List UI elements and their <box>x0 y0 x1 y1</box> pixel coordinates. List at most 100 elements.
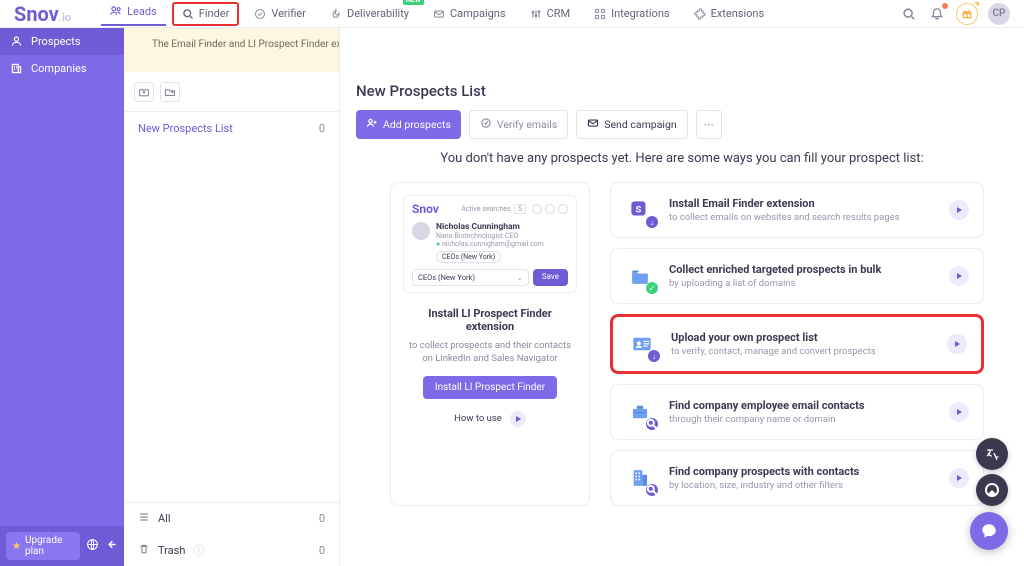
nav-leads[interactable]: Leads <box>101 2 166 26</box>
search-badge-icon <box>646 484 658 496</box>
row-count: 0 <box>319 544 325 557</box>
sliders-icon <box>530 8 542 20</box>
howto-label: How to use <box>454 413 502 424</box>
grid-icon <box>594 8 606 20</box>
notif-dot <box>942 3 948 9</box>
empty-state-message: You don't have any prospects yet. Here a… <box>340 151 1024 166</box>
row-label: All <box>158 512 171 525</box>
avatar[interactable]: CP <box>988 3 1010 25</box>
trash-row[interactable]: Trash ⓘ 0 <box>124 534 339 566</box>
envelope-icon <box>433 8 445 20</box>
add-prospects-button[interactable]: Add prospects <box>356 110 461 139</box>
globe-icon[interactable] <box>86 538 99 554</box>
user-icon <box>10 35 23 48</box>
play-icon <box>949 200 969 220</box>
nav-finder[interactable]: Finder <box>172 2 240 26</box>
list-icon <box>138 511 150 526</box>
card-sub: to collect emails on websites and search… <box>669 212 935 223</box>
search-icon-btn[interactable] <box>900 5 918 23</box>
trash-icon <box>138 543 150 558</box>
sidebar-item-prospects[interactable]: Prospects <box>0 28 124 55</box>
list-name: New Prospects List <box>138 122 233 135</box>
sidebar-label: Companies <box>31 62 87 75</box>
btn-label: Send campaign <box>604 118 676 131</box>
card-sub: to verify, contact, manage and convert p… <box>671 346 933 357</box>
how-to-use-link[interactable]: How to use <box>403 411 577 427</box>
sidebar-footer: ★Upgrade plan <box>0 526 124 566</box>
mock-avatar <box>412 222 430 240</box>
letter-s-icon: S ↓ <box>625 195 655 225</box>
info-icon: ⓘ <box>193 542 204 558</box>
mock-active-label: Active searches 5 <box>461 205 526 213</box>
mock-chip: CEOs (New York) <box>436 251 501 263</box>
send-campaign-button[interactable]: Send campaign <box>576 110 687 139</box>
row-count: 0 <box>319 512 325 525</box>
briefcase-icon <box>625 397 655 427</box>
card-sub: by location, size, industry and other fi… <box>669 480 935 491</box>
check-icon <box>480 117 492 132</box>
btn-label: Upgrade plan <box>25 535 74 557</box>
more-actions-button[interactable]: ⋯ <box>696 110 722 139</box>
new-folder-button[interactable] <box>134 82 154 102</box>
top-right-icons: CP <box>900 3 1010 25</box>
card-find-employee-contacts[interactable]: Find company employee email contacts thr… <box>610 384 984 440</box>
main-area: New Prospects List Add prospects Verify … <box>340 28 1024 566</box>
language-float-button[interactable] <box>976 438 1008 470</box>
card-title: Find company prospects with contacts <box>669 465 935 478</box>
left-sidebar: Prospects Companies ★Upgrade plan <box>0 28 124 566</box>
card-sub: by uploading a list of domains <box>669 278 935 289</box>
nav-campaigns[interactable]: Campaigns <box>424 2 515 26</box>
mock-logo: Snov <box>412 202 439 216</box>
logo[interactable]: Snov.io <box>14 2 71 26</box>
check-badge-icon: ✓ <box>646 282 658 294</box>
card-collect-bulk[interactable]: ✓ Collect enriched targeted prospects in… <box>610 248 984 304</box>
dots-icon: ⋯ <box>703 118 714 131</box>
card-upload-list[interactable]: ↓ Upload your own prospect list to verif… <box>610 314 984 374</box>
nav-label: Campaigns <box>450 7 506 20</box>
mock-extension-preview: Snov Active searches 5 Nicholas Cunningh… <box>403 195 577 293</box>
play-icon <box>949 402 969 422</box>
mock-email: ● nicholas.cunnigham@gmail.com <box>436 240 544 248</box>
verify-emails-button[interactable]: Verify emails <box>469 110 568 139</box>
nav-crm[interactable]: CRM <box>521 2 580 26</box>
check-circle-icon <box>254 8 266 20</box>
nav-label: Verifier <box>271 7 306 20</box>
avatar-initials: CP <box>993 8 1006 19</box>
play-icon <box>949 468 969 488</box>
gift-icon[interactable] <box>956 3 978 25</box>
btn-label: Verify emails <box>497 118 557 131</box>
row-label: Trash <box>158 544 185 557</box>
sidebar-item-companies[interactable]: Companies <box>0 55 124 82</box>
id-card-icon: ↓ <box>627 329 657 359</box>
nav-extensions[interactable]: Extensions <box>685 2 774 26</box>
list-count: 0 <box>319 122 325 135</box>
nav-label: Leads <box>127 5 157 18</box>
card-title: Find company employee email contacts <box>669 399 935 412</box>
new-list-button[interactable] <box>160 82 180 102</box>
lists-column-head <box>124 72 339 112</box>
user-plus-icon <box>366 117 378 132</box>
chevron-left-icon[interactable] <box>105 538 118 554</box>
upgrade-plan-button[interactable]: ★Upgrade plan <box>6 532 80 560</box>
left-card-desc: to collect prospects and their contacts … <box>403 339 577 366</box>
card-find-company-prospects[interactable]: Find company prospects with contacts by … <box>610 450 984 506</box>
list-row[interactable]: New Prospects List 0 <box>124 112 339 145</box>
install-li-finder-cta[interactable]: Install LI Prospect Finder <box>423 376 557 399</box>
card-sub: through their company name or domain <box>669 414 935 425</box>
play-icon <box>947 334 967 354</box>
all-lists-row[interactable]: All 0 <box>124 503 339 534</box>
search-icon <box>182 8 194 20</box>
card-install-email-finder[interactable]: S ↓ Install Email Finder extension to co… <box>610 182 984 238</box>
mock-save: Save <box>533 269 568 286</box>
nav-deliverability[interactable]: Deliverability NEW <box>321 2 418 26</box>
chat-float-button[interactable] <box>970 512 1008 550</box>
mock-role: Nano Biotechnologist CEO <box>436 232 544 240</box>
bell-icon[interactable] <box>928 5 946 23</box>
nav-label: Deliverability <box>347 7 409 20</box>
mock-input: CEOs (New York)⌄ <box>412 269 529 286</box>
nav-verifier[interactable]: Verifier <box>245 2 315 26</box>
building-icon <box>625 463 655 493</box>
help-float-button[interactable] <box>976 474 1008 506</box>
main-nav: Leads Finder Verifier Deliverability NEW <box>101 2 773 26</box>
nav-integrations[interactable]: Integrations <box>585 2 678 26</box>
